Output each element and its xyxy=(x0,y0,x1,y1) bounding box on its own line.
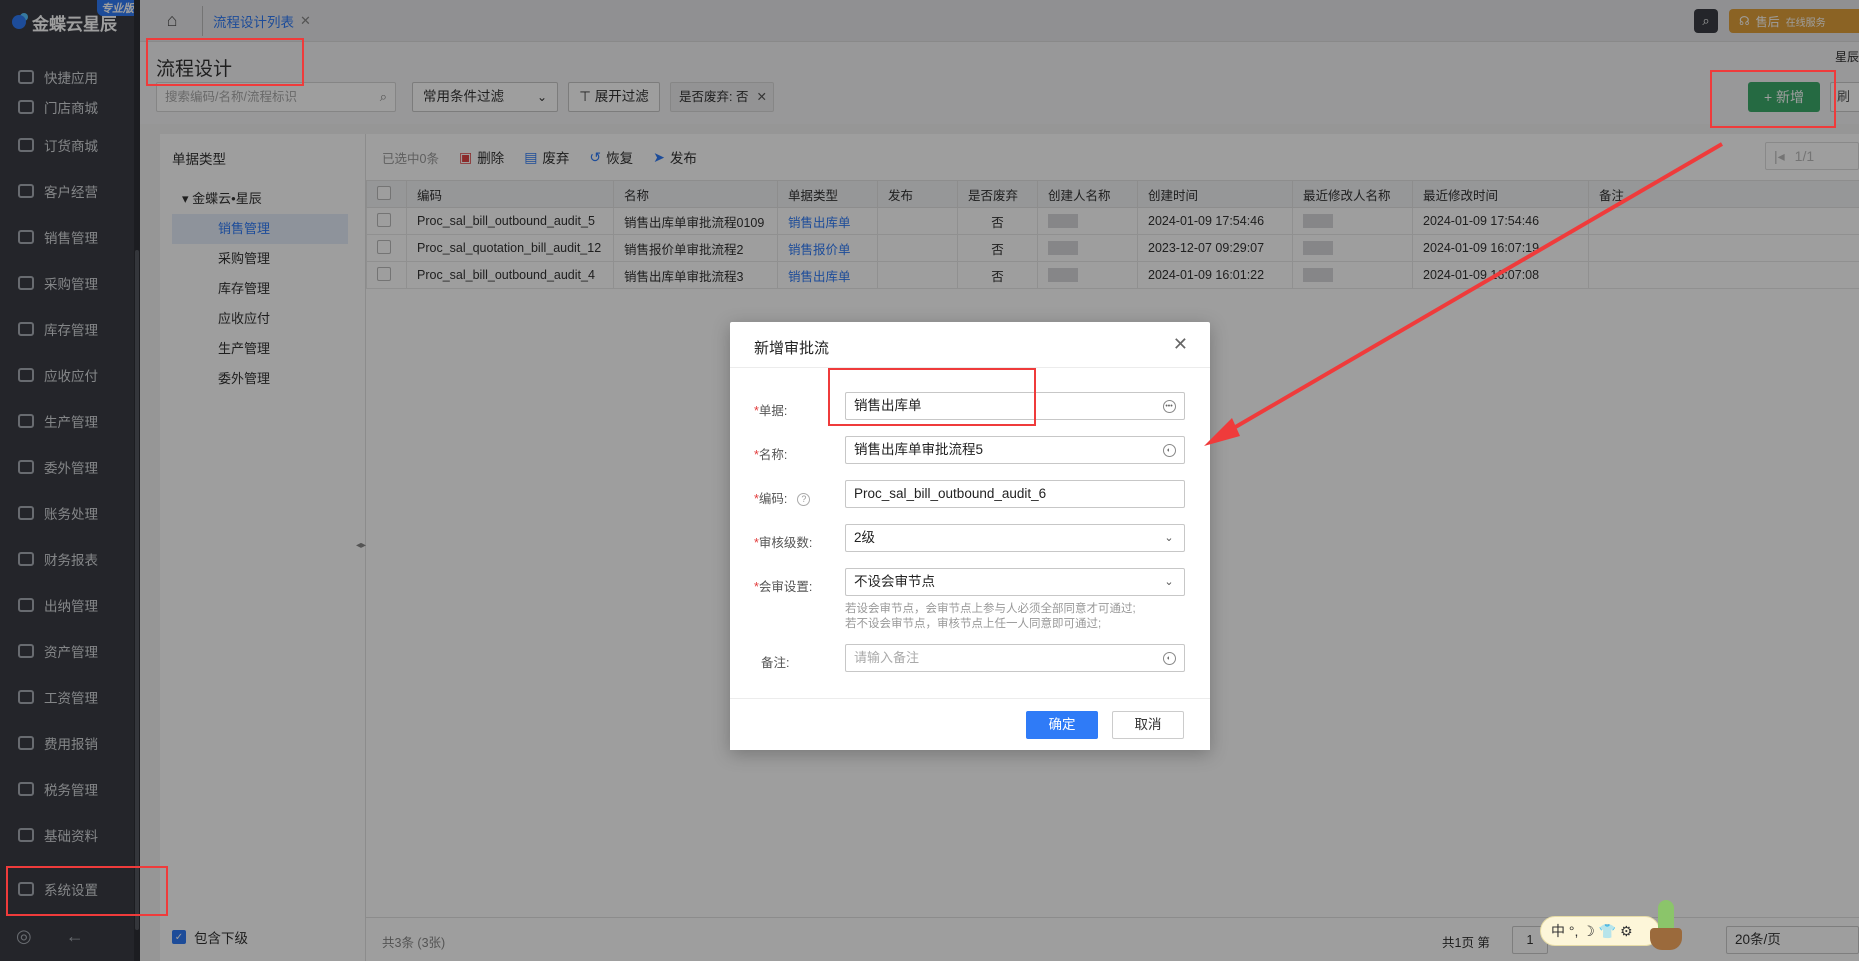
help-icon[interactable]: ? xyxy=(797,493,811,507)
countersign-label: *会审设置: xyxy=(754,580,813,594)
remark-field[interactable]: 请输入备注 ◐ xyxy=(845,644,1185,672)
cancel-button[interactable]: 取消 xyxy=(1112,711,1184,739)
name-label: *名称: xyxy=(754,448,788,462)
annotation-box-title xyxy=(146,38,304,86)
code-label: *编码:? xyxy=(754,488,811,507)
close-icon[interactable]: ✕ xyxy=(1173,334,1188,355)
code-field[interactable]: Proc_sal_bill_outbound_audit_6 xyxy=(845,480,1185,508)
countersign-hint: 若设会审节点，会审节点上参与人必须全部同意才可通过; 若不设会审节点，审核节点上… xyxy=(845,603,1136,630)
countersign-row: *会审设置: 不设会审节点 ⌄ xyxy=(730,568,1210,598)
name-row: *名称: 销售出库单审批流程5 ◐ xyxy=(730,436,1210,466)
confirm-button[interactable]: 确定 xyxy=(1026,711,1098,739)
chevron-down-icon: ⌄ xyxy=(1164,532,1174,544)
dialog-title: 新增审批流 xyxy=(754,340,830,357)
ime-toolbar[interactable]: 中 °, ☽ 👕 ⚙ xyxy=(1540,900,1682,954)
more-options-icon[interactable]: ••• xyxy=(1162,393,1176,419)
annotation-box-bill xyxy=(828,368,1036,426)
ime-status[interactable]: 中 °, ☽ 👕 ⚙ xyxy=(1540,916,1660,946)
countersign-select[interactable]: 不设会审节点 ⌄ xyxy=(845,568,1185,596)
dialog-footer: 确定 取消 xyxy=(730,698,1210,750)
annotation-box-new xyxy=(1710,70,1836,128)
name-field[interactable]: 销售出库单审批流程5 ◐ xyxy=(845,436,1185,464)
bill-label: *单据: xyxy=(754,404,788,418)
chevron-down-icon: ⌄ xyxy=(1164,576,1174,588)
cactus-icon xyxy=(1648,900,1684,952)
language-icon[interactable]: ◐ xyxy=(1162,645,1176,671)
language-icon[interactable]: ◐ xyxy=(1162,437,1176,463)
remark-row: 备注: 请输入备注 ◐ xyxy=(730,644,1210,674)
dialog-header: 新增审批流 ✕ xyxy=(730,322,1210,368)
code-row: *编码:? Proc_sal_bill_outbound_audit_6 xyxy=(730,480,1210,510)
remark-label: 备注: xyxy=(760,656,790,670)
annotation-box-system-settings xyxy=(6,866,168,916)
levels-select[interactable]: 2级 ⌄ xyxy=(845,524,1185,552)
levels-row: *审核级数: 2级 ⌄ xyxy=(730,524,1210,554)
levels-label: *审核级数: xyxy=(754,536,813,550)
